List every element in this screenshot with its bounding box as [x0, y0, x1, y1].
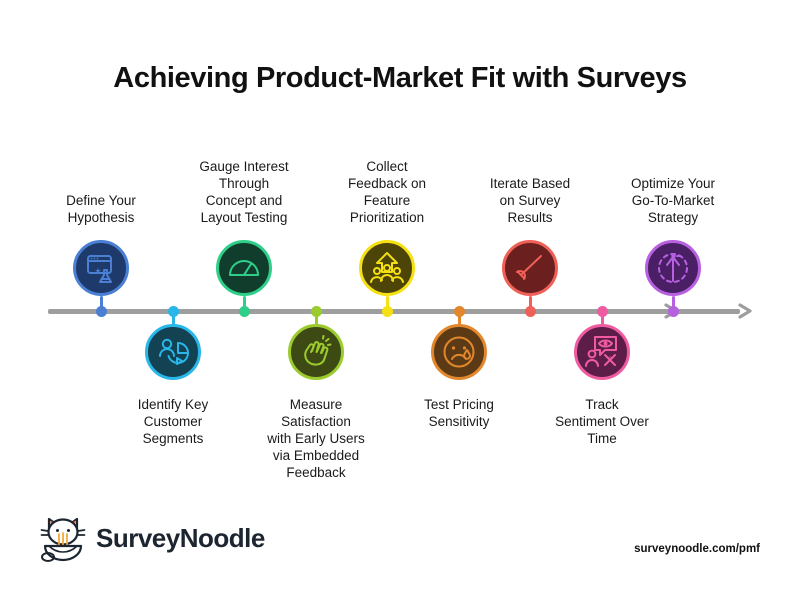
milestone-axis-dot — [596, 306, 608, 317]
timeline-arrowhead-end — [738, 303, 752, 319]
milestone-icon-badge[interactable] — [574, 324, 630, 380]
user-pie-chart-icon — [156, 335, 190, 369]
milestone-axis-dot — [381, 306, 393, 317]
rocket-orbit-icon — [656, 251, 690, 285]
milestone-label: Iterate Based on Survey Results — [489, 176, 571, 225]
milestone-icon-badge[interactable] — [359, 240, 415, 296]
milestone-icon-badge[interactable] — [288, 324, 344, 380]
browser-flask-icon — [84, 251, 118, 285]
milestone-label: Test Pricing Sensitivity — [424, 397, 494, 429]
milestone-axis-dot — [453, 306, 465, 317]
milestone-axis-dot — [238, 306, 250, 317]
milestone-label: Define Your Hypothesis — [66, 193, 136, 225]
eye-speech-people-icon — [585, 335, 619, 369]
milestone-label: Gauge Interest Through Concept and Layou… — [199, 159, 289, 225]
gauge-icon — [227, 251, 261, 285]
people-up-arrow-icon — [370, 251, 404, 285]
brand-logo: SurveyNoodle — [40, 512, 265, 564]
milestone-axis-dot — [95, 306, 107, 317]
footer-url: surveynoodle.com/pmf — [634, 543, 760, 555]
milestone-icon-badge[interactable] — [645, 240, 701, 296]
sad-face-tear-icon — [442, 335, 476, 369]
milestone-axis-dot — [167, 306, 179, 317]
milestone-icon-badge[interactable] — [216, 240, 272, 296]
milestone-axis-dot — [524, 306, 536, 317]
milestone-label: Track Sentiment Over Time — [555, 397, 649, 446]
milestone-icon-badge[interactable] — [73, 240, 129, 296]
infographic-canvas: Achieving Product-Market Fit with Survey… — [0, 0, 800, 600]
page-title: Achieving Product-Market Fit with Survey… — [113, 62, 687, 94]
milestone-icon-badge[interactable] — [431, 324, 487, 380]
cat-noodle-bowl-icon — [40, 517, 86, 562]
milestone-icon-badge[interactable] — [145, 324, 201, 380]
timeline-axis — [48, 309, 740, 314]
clapping-hands-icon — [299, 335, 333, 369]
milestone-icon-badge[interactable] — [502, 240, 558, 296]
milestone-label: Measure Satisfaction with Early Users vi… — [267, 397, 365, 480]
milestone-label: Collect Feedback on Feature Prioritizati… — [347, 159, 427, 225]
milestone-axis-dot — [310, 306, 322, 317]
milestone-label: Identify Key Customer Segments — [137, 397, 209, 446]
brand-name: SurveyNoodle — [96, 522, 265, 553]
check-mark-icon — [513, 251, 547, 285]
milestone-label: Optimize Your Go-To-Market Strategy — [630, 176, 716, 225]
milestone-axis-dot — [667, 306, 679, 317]
